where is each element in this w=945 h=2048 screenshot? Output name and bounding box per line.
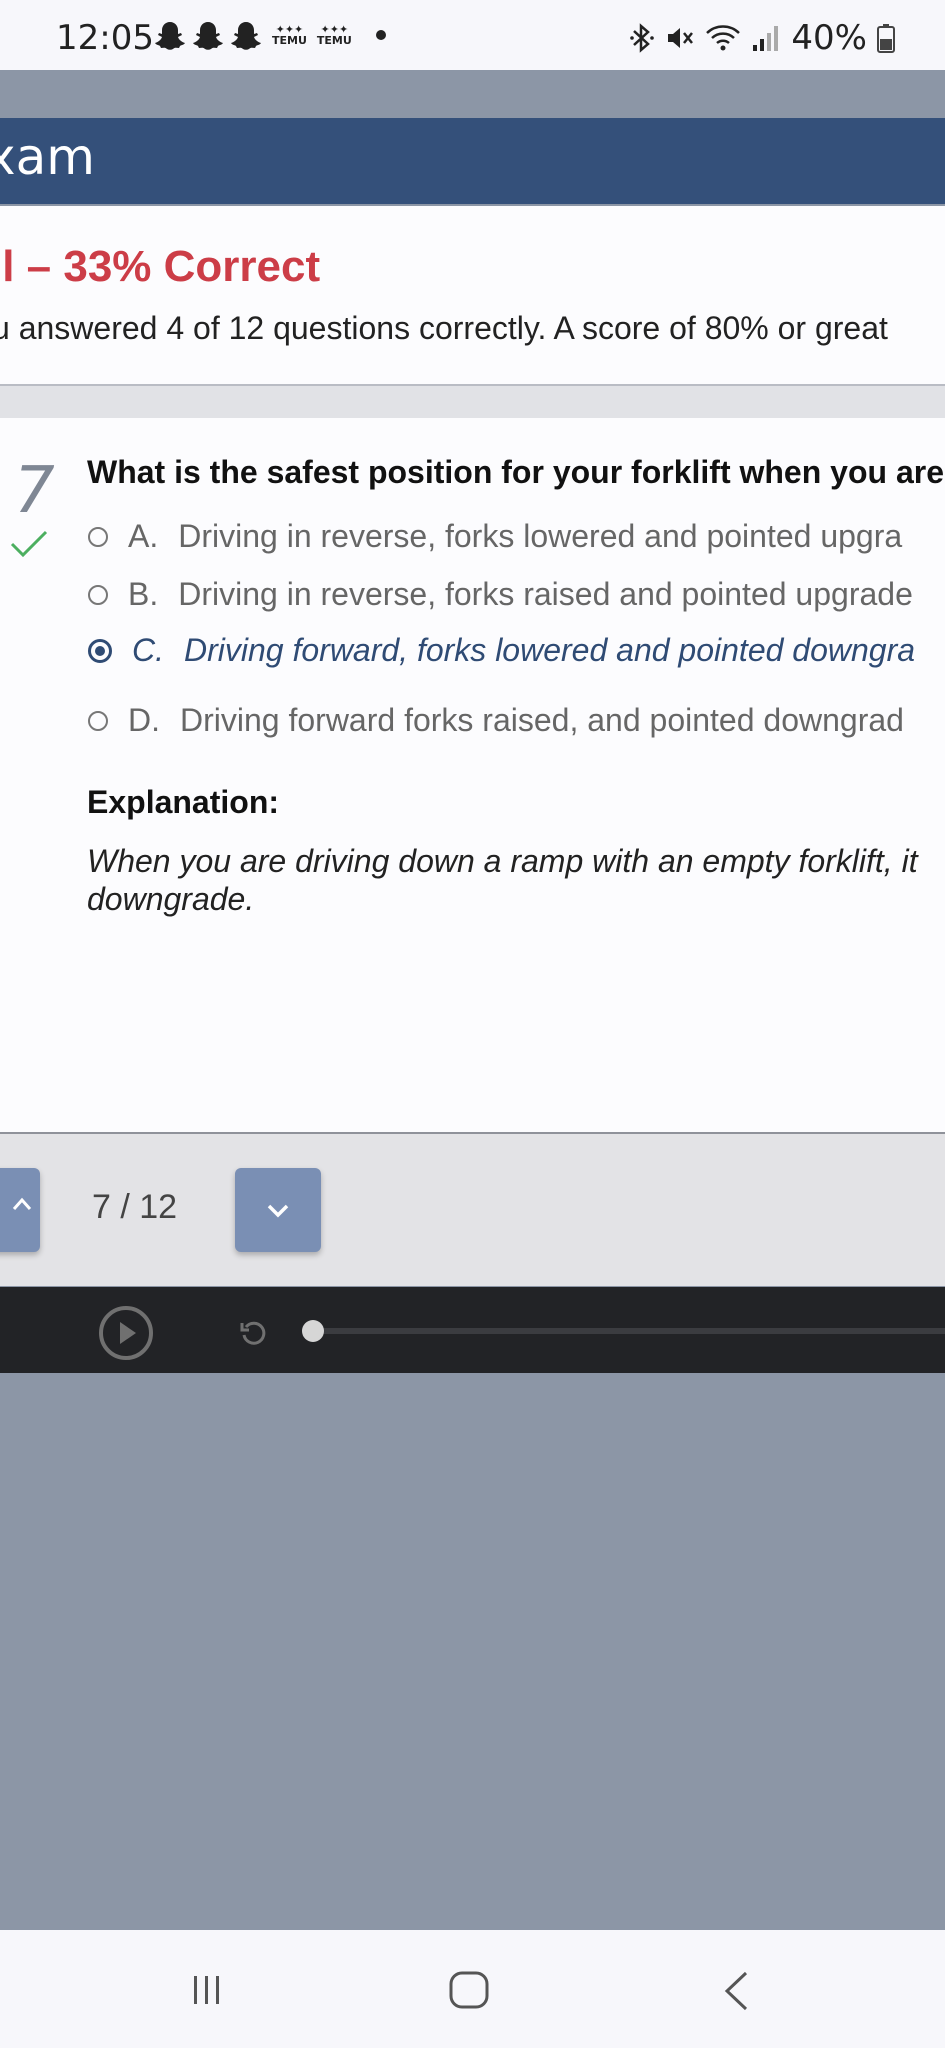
temu-icon: ✦✦✦ TEMU xyxy=(316,23,352,47)
backdrop-area xyxy=(0,1373,945,1930)
recent-apps-icon[interactable] xyxy=(188,1972,226,2008)
radio-icon[interactable] xyxy=(88,526,108,547)
backdrop-band xyxy=(0,70,945,118)
result-card: il – 33% Correct u answered 4 of 12 ques… xyxy=(0,206,945,386)
option-b[interactable]: B. Driving in reverse, forks raised and … xyxy=(88,576,913,613)
question-card: 7 What is the safest position for your f… xyxy=(0,418,945,1134)
option-letter: B. xyxy=(128,576,159,612)
chevron-up-icon xyxy=(12,1197,32,1210)
battery-icon xyxy=(877,24,895,53)
result-summary: u answered 4 of 12 questions correctly. … xyxy=(0,310,888,346)
home-icon[interactable] xyxy=(448,1970,490,2010)
audio-progress-track[interactable] xyxy=(310,1328,945,1334)
notification-icons: ✦✦✦ TEMU ✦✦✦ TEMU xyxy=(154,20,386,50)
result-title: il – 33% Correct xyxy=(0,242,321,291)
explanation-heading: Explanation: xyxy=(87,784,280,820)
mute-icon xyxy=(668,28,694,48)
audio-player xyxy=(0,1287,945,1373)
status-time: 12:05 xyxy=(56,18,154,58)
card-separator xyxy=(0,386,945,418)
question-number: 7 xyxy=(14,454,55,528)
snapchat-icon xyxy=(155,22,185,50)
system-status-icons: 40% xyxy=(629,18,895,58)
more-notifications-dot xyxy=(375,30,386,40)
status-bar: 12:05 ✦✦✦ TEMU ✦✦✦ TEMU 40% xyxy=(0,0,945,70)
question-pager: 7 / 12 xyxy=(0,1134,945,1286)
play-icon[interactable] xyxy=(98,1305,154,1361)
radio-icon[interactable] xyxy=(88,710,108,731)
option-text: Driving in reverse, forks raised and poi… xyxy=(178,576,913,612)
option-a[interactable]: A. Driving in reverse, forks lowered and… xyxy=(88,518,902,555)
explanation-text: When you are driving down a ramp with an… xyxy=(87,843,918,917)
option-d[interactable]: D. Driving forward forks raised, and poi… xyxy=(88,702,904,739)
wifi-icon xyxy=(706,25,741,51)
option-c[interactable]: C. Driving forward, forks lowered and po… xyxy=(88,632,915,669)
radio-selected-icon[interactable] xyxy=(88,638,112,663)
option-letter: C. xyxy=(132,632,164,668)
audio-progress-thumb[interactable] xyxy=(302,1320,324,1342)
next-question-button[interactable] xyxy=(235,1168,321,1252)
option-text: Driving in reverse, forks lowered and po… xyxy=(178,518,903,554)
signal-icon xyxy=(753,26,779,51)
chevron-down-icon xyxy=(267,1204,289,1218)
page-title: xam xyxy=(0,128,95,186)
bluetooth-icon xyxy=(630,23,655,53)
option-text: Driving forward, forks lowered and point… xyxy=(184,632,916,668)
option-letter: A. xyxy=(128,518,159,554)
temu-icon: ✦✦✦ TEMU xyxy=(272,23,307,47)
option-letter: D. xyxy=(128,702,160,738)
battery-level: 40% xyxy=(791,18,867,58)
previous-question-button[interactable] xyxy=(0,1168,40,1252)
option-text: Driving forward forks raised, and pointe… xyxy=(180,702,904,738)
system-navigation-bar xyxy=(0,1930,945,2048)
radio-icon[interactable] xyxy=(88,584,108,605)
check-icon xyxy=(10,530,48,558)
back-icon[interactable] xyxy=(722,1970,750,2012)
snapchat-icon xyxy=(231,22,261,50)
replay-icon[interactable] xyxy=(238,1317,270,1349)
app-header: xam xyxy=(0,118,945,204)
snapchat-icon xyxy=(193,22,223,50)
question-text: What is the safest position for your for… xyxy=(87,454,944,490)
screen: 12:05 ✦✦✦ TEMU ✦✦✦ TEMU 40% xam il – 33% C… xyxy=(0,0,945,2048)
question-counter: 7 / 12 xyxy=(92,1188,178,1226)
